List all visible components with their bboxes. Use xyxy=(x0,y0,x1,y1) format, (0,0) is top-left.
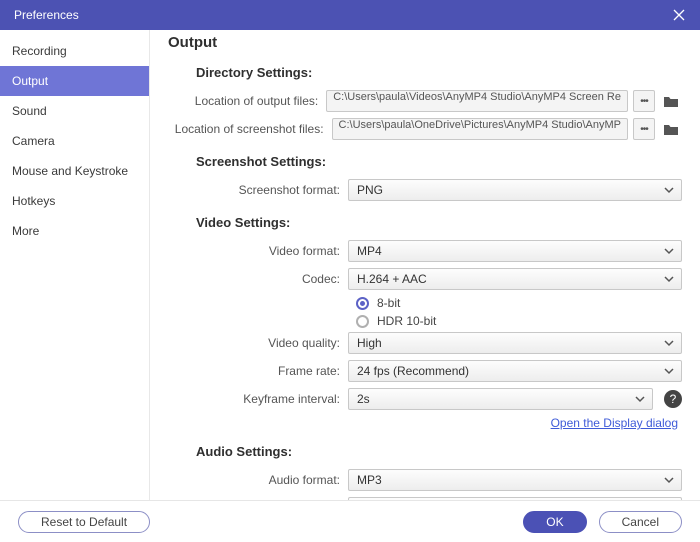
ok-button[interactable]: OK xyxy=(523,511,586,533)
keyframe-value: 2s xyxy=(357,392,370,406)
video-codec-select[interactable]: H.264 + AAC xyxy=(348,268,682,290)
close-icon[interactable] xyxy=(672,8,686,22)
main-panel: Output Directory Settings: Location of o… xyxy=(150,30,700,500)
open-display-dialog-link[interactable]: Open the Display dialog xyxy=(168,416,678,430)
section-directory-title: Directory Settings: xyxy=(196,65,682,80)
sidebar-item-more[interactable]: More xyxy=(0,216,149,246)
keyframe-select[interactable]: 2s xyxy=(348,388,653,410)
output-browse-button[interactable]: ••• xyxy=(633,90,655,112)
chevron-down-icon xyxy=(634,393,646,405)
keyframe-label: Keyframe interval: xyxy=(168,392,348,406)
frame-rate-value: 24 fps (Recommend) xyxy=(357,364,469,378)
screenshot-files-path[interactable]: C:\Users\paula\OneDrive\Pictures\AnyMP4 … xyxy=(332,118,628,140)
sidebar-item-sound[interactable]: Sound xyxy=(0,96,149,126)
sidebar-item-camera[interactable]: Camera xyxy=(0,126,149,156)
radio-hdr10bit[interactable] xyxy=(356,315,369,328)
video-quality-select[interactable]: High xyxy=(348,332,682,354)
sidebar-item-recording[interactable]: Recording xyxy=(0,36,149,66)
cancel-button[interactable]: Cancel xyxy=(599,511,682,533)
frame-rate-select[interactable]: 24 fps (Recommend) xyxy=(348,360,682,382)
section-screenshot-title: Screenshot Settings: xyxy=(196,154,682,169)
radio-hdr10bit-label: HDR 10-bit xyxy=(377,314,436,328)
folder-icon xyxy=(663,94,679,108)
video-format-select[interactable]: MP4 xyxy=(348,240,682,262)
video-quality-value: High xyxy=(357,336,382,350)
screenshot-browse-button[interactable]: ••• xyxy=(633,118,655,140)
keyframe-help-button[interactable]: ? xyxy=(664,390,682,408)
frame-rate-label: Frame rate: xyxy=(168,364,348,378)
screenshot-format-value: PNG xyxy=(357,183,383,197)
sidebar-item-hotkeys[interactable]: Hotkeys xyxy=(0,186,149,216)
video-codec-value: H.264 + AAC xyxy=(357,272,427,286)
screenshot-open-folder-button[interactable] xyxy=(660,118,682,140)
screenshot-files-label: Location of screenshot files: xyxy=(168,122,332,136)
video-format-label: Video format: xyxy=(168,244,348,258)
video-quality-label: Video quality: xyxy=(168,336,348,350)
radio-8bit-label: 8-bit xyxy=(377,296,400,310)
output-open-folder-button[interactable] xyxy=(660,90,682,112)
video-format-value: MP4 xyxy=(357,244,382,258)
folder-icon xyxy=(663,122,679,136)
chevron-down-icon xyxy=(663,365,675,377)
chevron-down-icon xyxy=(663,337,675,349)
sidebar-item-output[interactable]: Output xyxy=(0,66,149,96)
ellipsis-icon: ••• xyxy=(640,96,648,107)
titlebar: Preferences xyxy=(0,0,700,30)
radio-8bit[interactable] xyxy=(356,297,369,310)
chevron-down-icon xyxy=(663,184,675,196)
screenshot-format-label: Screenshot format: xyxy=(168,183,348,197)
sidebar-item-mouse-keystroke[interactable]: Mouse and Keystroke xyxy=(0,156,149,186)
footer: Reset to Default OK Cancel xyxy=(0,500,700,542)
ellipsis-icon: ••• xyxy=(640,124,648,135)
window-title: Preferences xyxy=(14,8,79,22)
chevron-down-icon xyxy=(663,474,675,486)
audio-format-select[interactable]: MP3 xyxy=(348,469,682,491)
chevron-down-icon xyxy=(663,245,675,257)
output-files-label: Location of output files: xyxy=(168,94,326,108)
sidebar: Recording Output Sound Camera Mouse and … xyxy=(0,30,150,500)
screenshot-format-select[interactable]: PNG xyxy=(348,179,682,201)
audio-format-label: Audio format: xyxy=(168,473,348,487)
page-title: Output xyxy=(168,34,682,51)
output-files-path[interactable]: C:\Users\paula\Videos\AnyMP4 Studio\AnyM… xyxy=(326,90,628,112)
section-video-title: Video Settings: xyxy=(196,215,682,230)
reset-to-default-button[interactable]: Reset to Default xyxy=(18,511,150,533)
section-audio-title: Audio Settings: xyxy=(196,444,682,459)
chevron-down-icon xyxy=(663,273,675,285)
audio-format-value: MP3 xyxy=(357,473,382,487)
video-codec-label: Codec: xyxy=(168,272,348,286)
